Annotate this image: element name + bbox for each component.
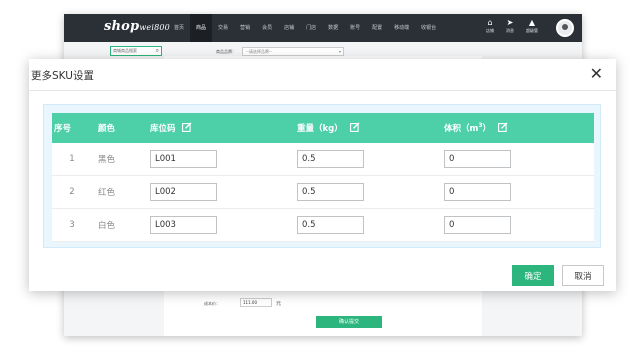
weight-input[interactable]: [297, 216, 364, 234]
logo-subtext: wei800: [139, 23, 170, 32]
volume-header-label: 体积（m: [444, 124, 479, 134]
cancel-button[interactable]: 取消: [562, 265, 604, 286]
tool-messages[interactable]: ➤ 消息: [506, 18, 514, 34]
nav-item-marketing[interactable]: 营销: [234, 14, 256, 42]
nav-item-account[interactable]: 账号: [344, 14, 366, 42]
table-row: 3 白色: [52, 209, 594, 242]
nav-item-data[interactable]: 数据: [322, 14, 344, 42]
nav-item-shop[interactable]: 店铺: [278, 14, 300, 42]
tool-admin[interactable]: ▲ 超级管: [526, 18, 538, 34]
sidebar-search-placeholder: 商城商品搜索: [113, 48, 137, 53]
row-index: 1: [69, 154, 75, 164]
confirm-submit-button[interactable]: 确认提交: [316, 316, 382, 328]
send-icon: ➤: [506, 18, 514, 27]
sidebar-search-input[interactable]: 商城商品搜索 ⌕: [110, 46, 162, 56]
column-header-volume: 体积（m3）: [443, 122, 594, 134]
nav-item-goods[interactable]: 商品: [190, 14, 213, 42]
cost-price-input[interactable]: 111.00: [240, 298, 272, 307]
cost-price-label: 成本价：: [204, 301, 220, 306]
search-icon[interactable]: ⌕: [156, 47, 159, 55]
nav-item-home[interactable]: 首页: [168, 14, 190, 42]
store-icon: ⌂: [487, 18, 493, 27]
row-color: 白色: [98, 221, 116, 231]
nav-item-config[interactable]: 配置: [366, 14, 388, 42]
sku-table: 序号 颜色 库位码 重量（kg） 体积（m3） 1 黑色 L001 0.5 0 …: [52, 113, 594, 242]
user-icon: ▲: [528, 18, 536, 27]
logo-text: shop: [104, 19, 140, 34]
sku-code-input[interactable]: [150, 150, 217, 168]
column-header-weight: 重量（kg）: [296, 122, 443, 134]
dialog-body: 序号 颜色 库位码 重量（kg） 体积（m3） 1 黑色 L001 0.5 0 …: [43, 104, 601, 248]
table-row: 2 红色: [52, 176, 594, 209]
tool-messages-label: 消息: [506, 28, 514, 33]
row-index: 3: [69, 220, 75, 230]
volume-input[interactable]: [444, 216, 511, 234]
column-header-color: 颜色: [98, 124, 116, 134]
tool-store[interactable]: ⌂ 店铺: [486, 18, 494, 34]
top-tools: ⌂ 店铺 ➤ 消息 ▲ 超级管: [486, 18, 538, 34]
table-header: 序号 颜色 库位码 重量（kg） 体积（m3）: [52, 113, 594, 143]
nav-item-members[interactable]: 会员: [256, 14, 278, 42]
sku-settings-dialog: 更多SKU设置 ✕ 序号 颜色 库位码 重量（kg） 体积（m3） 1 黑色 L…: [29, 59, 616, 291]
brand-filter-label: 商品品牌：: [216, 49, 236, 54]
brand-select[interactable]: --请选择品牌-- ▾: [242, 47, 344, 56]
column-header-index: 序号: [54, 124, 72, 134]
cost-price-unit: 元: [276, 301, 282, 307]
logo[interactable]: shopwei800: [104, 19, 170, 34]
sku-code-header-label: 库位码: [150, 124, 176, 134]
volume-input[interactable]: [444, 150, 511, 168]
weight-input[interactable]: [297, 150, 364, 168]
brand-select-value: --请选择品牌--: [246, 49, 272, 54]
sku-code-input[interactable]: [150, 183, 217, 201]
row-color: 黑色: [98, 155, 116, 165]
tool-admin-label: 超级管: [526, 28, 538, 33]
nav-item-trade[interactable]: 交易: [212, 14, 234, 42]
dialog-header: 更多SKU设置 ✕: [29, 59, 616, 91]
nav-item-cashier[interactable]: 收银台: [415, 14, 442, 42]
column-header-sku-code: 库位码: [149, 122, 296, 134]
edit-icon[interactable]: [349, 122, 360, 132]
nav-item-mobile[interactable]: 移动端: [388, 14, 415, 42]
weight-header-label: 重量（kg）: [297, 124, 343, 134]
row-color: 红色: [98, 188, 116, 198]
dialog-footer: 确定 取消: [29, 261, 616, 291]
edit-icon[interactable]: [182, 122, 192, 132]
weight-input[interactable]: [297, 183, 364, 201]
ok-button[interactable]: 确定: [512, 265, 554, 286]
main-nav: 首页 商品 交易 营销 会员 店铺 门店 数据 账号 配置 移动端 收银台: [168, 14, 442, 42]
table-row: 1 黑色: [52, 143, 594, 176]
top-navigation-bar: shopwei800 首页 商品 交易 营销 会员 店铺 门店 数据 账号 配置…: [64, 14, 582, 42]
close-icon[interactable]: ✕: [590, 65, 603, 83]
sku-code-input[interactable]: [150, 216, 217, 234]
row-index: 2: [69, 187, 75, 197]
edit-icon[interactable]: [498, 122, 508, 132]
volume-input[interactable]: [444, 183, 511, 201]
nav-item-stores[interactable]: 门店: [300, 14, 322, 42]
chevron-down-icon: ▾: [338, 49, 341, 54]
volume-header-suffix: ）: [482, 124, 492, 134]
dialog-title: 更多SKU设置: [31, 70, 94, 82]
tool-store-label: 店铺: [486, 28, 494, 33]
avatar[interactable]: [556, 19, 574, 37]
